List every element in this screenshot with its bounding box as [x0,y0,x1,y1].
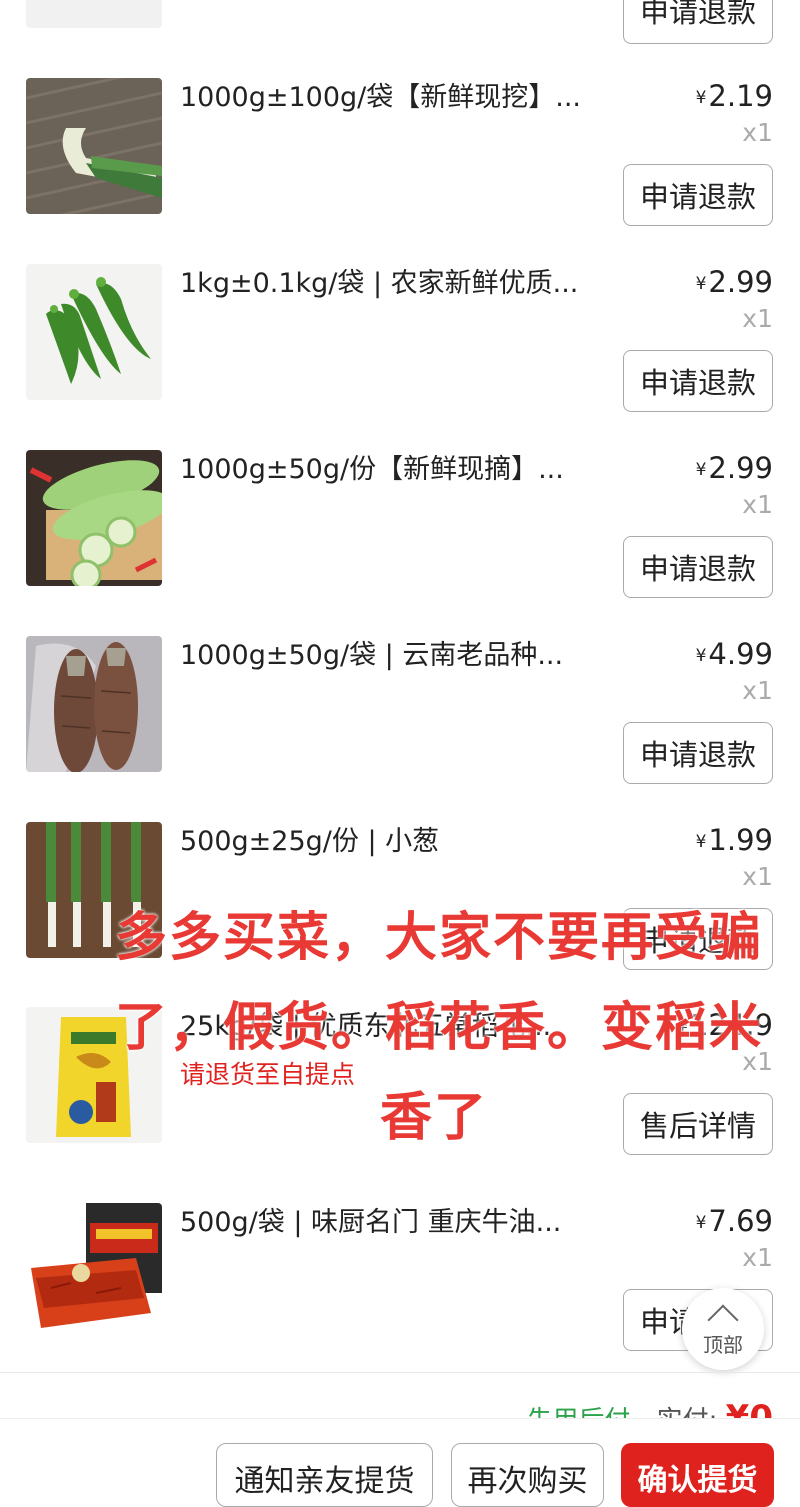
order-item[interactable]: 1000g±50g/袋 | 云南老品种... ¥4.99 x1 申请退款 [0,636,800,822]
product-quantity: x1 [742,676,773,705]
taro-photo-icon [26,636,162,772]
product-price: ¥2.99 [695,265,773,299]
product-quantity: x1 [742,118,773,147]
confirm-pickup-button[interactable]: 确认提货 [621,1443,774,1507]
product-title: 1kg±0.1kg/袋 | 农家新鲜优质... [180,268,579,299]
refund-button[interactable]: 申请退款 [623,350,773,412]
product-price: ¥2.19 [695,79,773,113]
refund-button[interactable]: 申请退款 [623,536,773,598]
order-item[interactable]: 500g/袋 | 味厨名门 重庆牛油... ¥7.69 x1 申请退款 [0,1203,800,1389]
product-title: 1000g±100g/袋【新鲜现挖】... [180,82,581,113]
return-note: 请退货至自提点 [180,1060,356,1089]
product-thumbnail-partial [26,0,162,28]
product-price: ¥7.69 [695,1204,773,1238]
product-quantity: x1 [742,1243,773,1272]
product-price: ¥1.99 [695,823,773,857]
refund-button[interactable]: 申请退款 [623,722,773,784]
green-pepper-photo-icon [26,264,162,400]
product-title: 1000g±50g/袋 | 云南老品种... [180,640,564,671]
product-title: 1000g±50g/份【新鲜现摘】... [180,454,564,485]
overlay-text-line3: 香了 [380,1088,489,1148]
product-title: 500g±25g/份 | 小葱 [180,826,440,857]
product-quantity: x1 [742,490,773,519]
overlay-text-line1: 多多买菜，大家不要再受骗 [115,908,764,968]
buy-again-button[interactable]: 再次购买 [451,1443,604,1507]
product-price: ¥2.99 [695,451,773,485]
product-price: ¥4.99 [695,637,773,671]
divider [0,1372,800,1373]
after-sales-details-button[interactable]: 售后详情 [623,1093,773,1155]
zucchini-photo-icon [26,450,162,586]
back-to-top-button[interactable]: 顶部 [682,1288,764,1370]
scallion-photo-icon [26,78,162,214]
notify-friend-pickup-button[interactable]: 通知亲友提货 [216,1443,433,1507]
order-item[interactable]: 1kg±0.1kg/袋 | 农家新鲜优质... ¥2.99 x1 申请退款 [0,264,800,450]
product-title: 500g/袋 | 味厨名门 重庆牛油... [180,1207,562,1238]
order-item[interactable]: 1000g±50g/份【新鲜现摘】... ¥2.99 x1 申请退款 [0,450,800,636]
refund-button[interactable]: 申请退款 [623,164,773,226]
refund-button-partial[interactable]: 申请退款 [623,0,773,44]
hotpot-base-photo-icon [26,1203,162,1339]
order-item[interactable]: 1000g±100g/袋【新鲜现挖】... ¥2.19 x1 申请退款 [0,78,800,264]
product-quantity: x1 [742,862,773,891]
overlay-text-line2: 了，假货。稻花香。变稻米 [115,998,764,1058]
bottom-action-bar: 通知亲友提货 再次购买 确认提货 [0,1418,800,1507]
product-quantity: x1 [742,304,773,333]
